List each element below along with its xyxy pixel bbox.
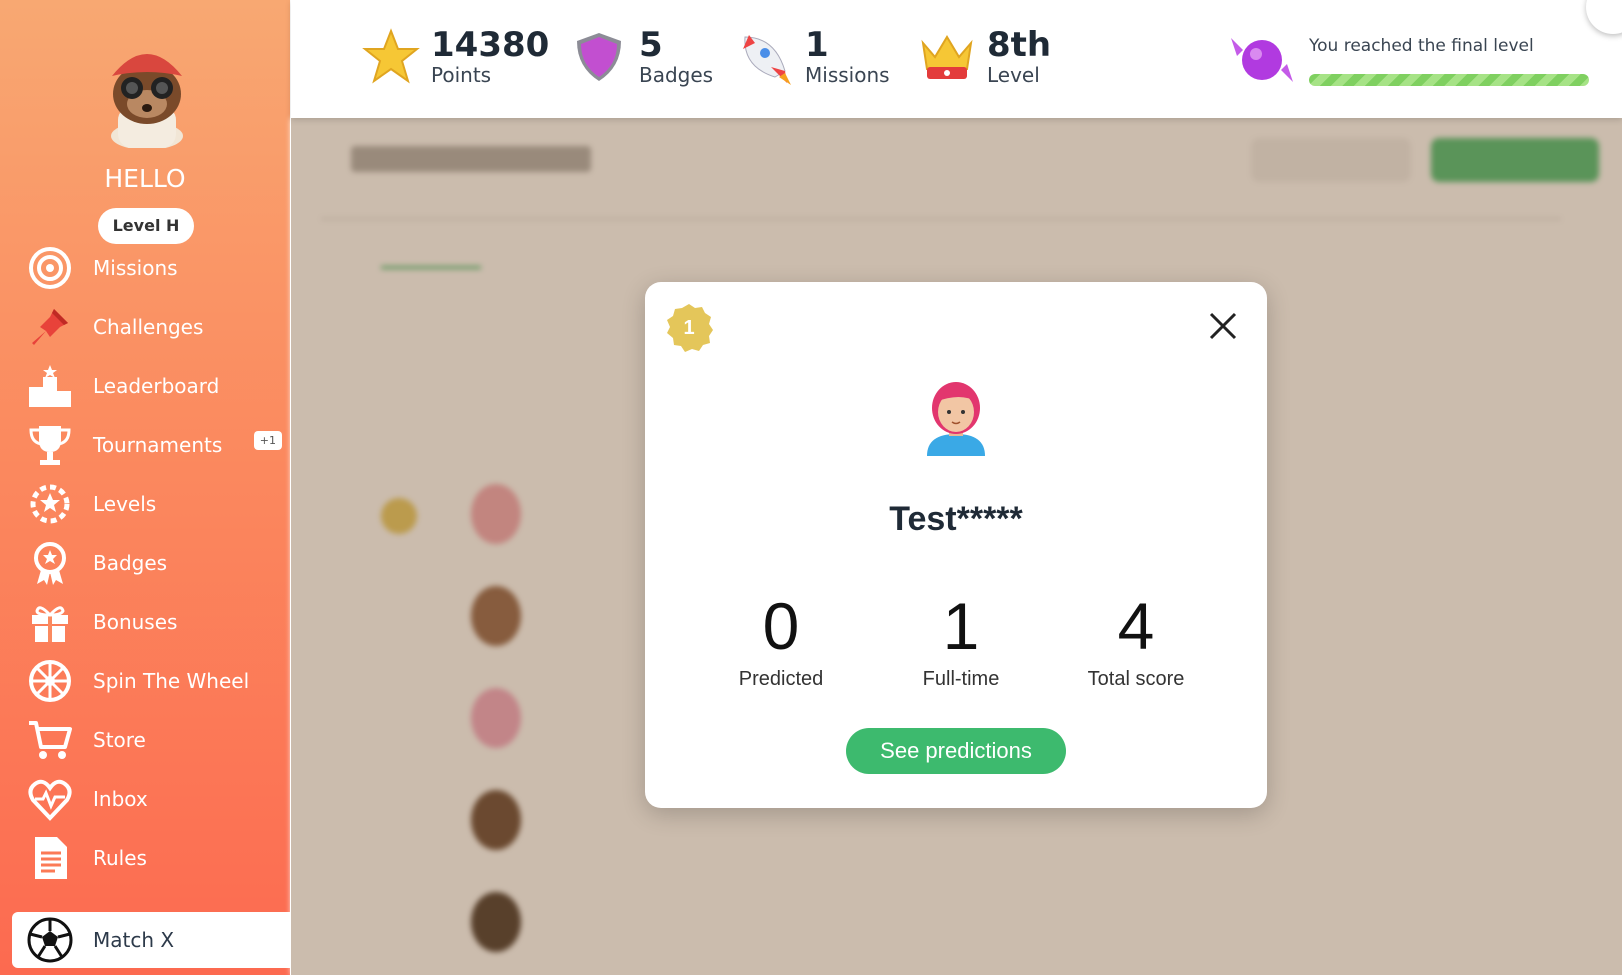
badge-ribbon-icon (25, 538, 75, 588)
sidebar-item-label: Badges (93, 551, 168, 575)
sidebar-item-missions[interactable]: Missions (12, 240, 290, 296)
sidebar-item-label: Levels (93, 492, 157, 516)
cart-icon (25, 715, 75, 765)
level-stat: 8th Level (917, 22, 1051, 92)
sidebar-item-label: Store (93, 728, 146, 752)
shield-icon (577, 33, 621, 81)
badges-value: 5 (639, 25, 663, 65)
candy-icon (1231, 38, 1293, 82)
missions-stat: 1 Missions (735, 22, 890, 92)
wheel-icon (25, 656, 75, 706)
crown-icon (921, 35, 973, 79)
sidebar: HELLO Level H Missions Challenges Leader… (0, 0, 290, 975)
player-score-modal: 1 Test***** 0 Predicted 1 Full-time 4 To… (645, 282, 1267, 808)
sidebar-item-bonuses[interactable]: Bonuses (12, 594, 290, 650)
progress-text: You reached the final level (1309, 36, 1534, 56)
predicted-score: 0 Predicted (691, 592, 871, 691)
sidebar-item-store[interactable]: Store (12, 712, 290, 768)
trophy-icon (25, 420, 75, 470)
sidebar-item-label: Missions (93, 256, 178, 280)
see-predictions-button[interactable]: See predictions (846, 728, 1066, 774)
soccer-ball-icon (25, 915, 75, 965)
total-score: 4 Total score (1046, 592, 1226, 691)
score-value: 1 (942, 589, 980, 663)
sidebar-item-label: Rules (93, 846, 147, 870)
rank-badge: 1 (663, 302, 715, 354)
user-avatar[interactable] (96, 36, 198, 148)
sidebar-item-inbox[interactable]: Inbox (12, 771, 290, 827)
points-value: 14380 (431, 25, 550, 65)
score-caption: Total score (1087, 668, 1185, 690)
level-value: 8th (987, 25, 1052, 65)
player-name: Test***** (889, 500, 1023, 538)
missions-value: 1 (805, 25, 829, 65)
sidebar-item-label: Inbox (93, 787, 148, 811)
level-badge: Level H (98, 208, 194, 244)
rank-number: 1 (683, 317, 695, 339)
sidebar-item-spin-the-wheel[interactable]: Spin The Wheel (12, 653, 290, 709)
level-progress: You reached the final level (1227, 28, 1597, 98)
sidebar-item-leaderboard[interactable]: Leaderboard (12, 358, 290, 414)
sidebar-item-label: Challenges (93, 315, 204, 339)
pin-icon (25, 302, 75, 352)
greeting: HELLO (104, 164, 186, 193)
sidebar-item-label: Leaderboard (93, 374, 220, 398)
player-avatar (927, 382, 985, 456)
points-label: Points (431, 63, 492, 87)
podium-icon (25, 361, 75, 411)
document-icon (25, 833, 75, 883)
sidebar-item-label: Tournaments (93, 433, 223, 457)
sidebar-item-challenges[interactable]: Challenges (12, 299, 290, 355)
sidebar-item-label: Match X (93, 928, 175, 952)
sidebar-item-tournaments[interactable]: Tournaments +1 (12, 417, 290, 473)
sidebar-item-badges[interactable]: Badges (12, 535, 290, 591)
star-gear-icon (25, 479, 75, 529)
full-time-score: 1 Full-time (871, 592, 1051, 691)
star-icon (362, 28, 420, 84)
score-caption: Full-time (922, 668, 1000, 690)
points-stat: 14380 Points (361, 22, 549, 92)
sidebar-item-match-x[interactable]: Match X (12, 912, 290, 968)
gift-icon (25, 597, 75, 647)
rocket-icon (743, 35, 791, 85)
sidebar-item-rules[interactable]: Rules (12, 830, 290, 886)
badges-label: Badges (639, 63, 714, 87)
close-icon[interactable] (1205, 308, 1241, 344)
sidebar-item-label: Spin The Wheel (93, 669, 250, 693)
score-value: 4 (1117, 589, 1155, 663)
missions-label: Missions (805, 63, 890, 87)
stats-bar: 14380 Points 5 Badges 1 Missions 8th Lev… (291, 0, 1622, 118)
sidebar-item-levels[interactable]: Levels (12, 476, 290, 532)
badges-stat: 5 Badges (569, 22, 713, 92)
score-caption: Predicted (738, 668, 824, 690)
target-icon (25, 243, 75, 293)
progress-bar (1309, 74, 1589, 86)
score-value: 0 (762, 589, 800, 663)
level-label: Level (987, 63, 1040, 87)
heart-pulse-icon (25, 774, 75, 824)
notification-badge: +1 (253, 431, 282, 450)
sidebar-item-label: Bonuses (93, 610, 178, 634)
